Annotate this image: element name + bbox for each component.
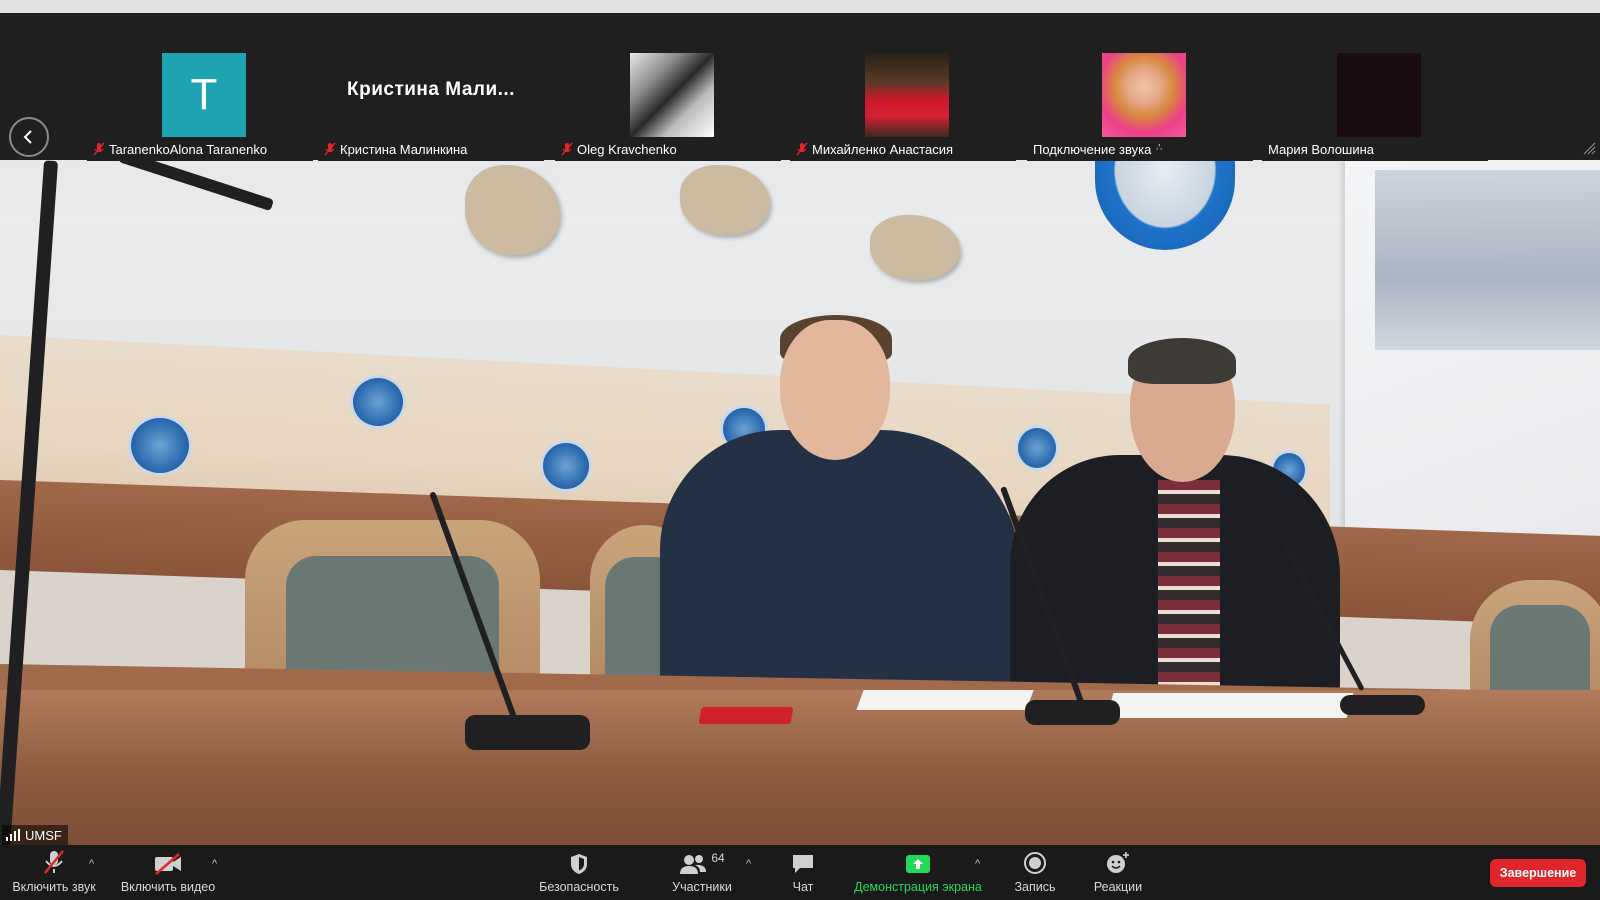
mic-muted-icon xyxy=(561,142,573,156)
security-button[interactable]: Безопасность xyxy=(535,845,623,900)
participants-label: Участники xyxy=(672,880,732,894)
start-video-label: Включить видео xyxy=(120,880,216,894)
start-video-button[interactable]: Включить видео xyxy=(118,845,218,900)
meeting-toolbar: Включить звук ^ Включить видео ^ Безопас… xyxy=(0,845,1600,900)
university-logo xyxy=(128,415,192,476)
speaker-name: UMSF xyxy=(25,827,62,843)
video-off-icon xyxy=(155,853,181,875)
participant-name: Кристина Малинкина xyxy=(340,141,468,157)
share-screen-label: Демонстрация экрана xyxy=(854,880,982,894)
video-options-caret[interactable]: ^ xyxy=(212,858,217,870)
reactions-button[interactable]: Реакции xyxy=(1088,845,1148,900)
participant-strip: T TaranenkoAlona Taranenko Кристина Мали… xyxy=(0,13,1600,161)
paper xyxy=(1106,693,1354,718)
end-meeting-button[interactable]: Завершение xyxy=(1490,859,1586,887)
record-label: Запись xyxy=(1014,880,1056,894)
avatar xyxy=(865,53,949,137)
chat-icon xyxy=(793,855,813,873)
mic-muted-icon xyxy=(796,142,808,156)
shield-icon xyxy=(571,854,587,874)
chat-button[interactable]: Чат xyxy=(780,845,826,900)
active-speaker-label: UMSF xyxy=(2,825,68,845)
signal-strength-icon xyxy=(6,829,20,841)
security-label: Безопасность xyxy=(539,880,619,894)
participant-name: Oleg Kravchenko xyxy=(577,141,677,157)
participant-name: Мария Волошина xyxy=(1268,141,1375,157)
participant-tile[interactable]: T TaranenkoAlona Taranenko xyxy=(87,21,313,161)
record-icon xyxy=(1024,852,1046,874)
participant-name-row: Мария Волошина xyxy=(1268,139,1374,159)
speaker-left-body xyxy=(660,430,1020,700)
participant-name-row: TaranenkoAlona Taranenko xyxy=(93,139,267,159)
microphone xyxy=(1340,695,1425,715)
participants-count: 64 xyxy=(711,851,725,865)
university-logo xyxy=(540,440,592,492)
share-screen-icon xyxy=(906,855,930,873)
audio-options-caret[interactable]: ^ xyxy=(89,858,94,870)
participant-name-row: Кристина Малинкина xyxy=(324,139,467,159)
mic-muted-icon xyxy=(93,142,105,156)
participant-name: Подключение звука xyxy=(1033,141,1152,157)
participant-tile[interactable]: Oleg Kravchenko xyxy=(555,21,781,161)
participant-tile[interactable]: Кристина Мали... Кристина Малинкина xyxy=(318,21,544,161)
participants-options-caret[interactable]: ^ xyxy=(746,858,751,870)
participants-button[interactable]: 64 Участники xyxy=(660,845,744,900)
emoji-add-icon xyxy=(1107,852,1129,873)
participant-name: TaranenkoAlona Taranenko xyxy=(109,141,268,157)
projection-screen xyxy=(1345,160,1600,580)
microphone xyxy=(465,715,590,750)
phone xyxy=(698,707,794,724)
chevron-left-icon xyxy=(23,130,32,144)
speaker-left-head xyxy=(780,320,890,460)
participant-name-row: Михайленко Анастасия xyxy=(796,139,953,159)
avatar: T xyxy=(162,53,246,137)
participants-icon xyxy=(680,855,707,874)
speaker-right-hair xyxy=(1128,338,1236,384)
chat-label: Чат xyxy=(792,880,814,894)
record-button[interactable]: Запись xyxy=(1010,845,1060,900)
unmute-button[interactable]: Включить звук xyxy=(8,845,100,900)
mic-muted-icon xyxy=(324,142,336,156)
avatar xyxy=(1337,53,1421,137)
participant-tile[interactable]: Михайленко Анастасия xyxy=(790,21,1016,161)
avatar xyxy=(1102,53,1186,137)
mic-muted-icon xyxy=(44,850,64,874)
speaker-right-shirt xyxy=(1158,480,1220,690)
participant-name-row: Подключение звука ·ʼ· xyxy=(1033,139,1163,159)
avatar xyxy=(630,53,714,137)
end-meeting-label: Завершение xyxy=(1499,866,1577,880)
reactions-label: Реакции xyxy=(1093,880,1143,894)
participant-name: Михайленко Анастасия xyxy=(812,141,954,157)
share-options-caret[interactable]: ^ xyxy=(975,858,980,870)
participant-tile[interactable]: Подключение звука ·ʼ· xyxy=(1027,21,1253,161)
resize-handle-icon[interactable] xyxy=(1582,141,1596,155)
participant-name-row: Oleg Kravchenko xyxy=(561,139,677,159)
participant-display-name: Кристина Мали... xyxy=(347,79,515,100)
paper xyxy=(856,690,1034,710)
microphone xyxy=(1025,700,1120,725)
participant-tile[interactable]: Мария Волошина xyxy=(1262,21,1488,161)
share-screen-button[interactable]: Демонстрация экрана xyxy=(852,845,984,900)
university-logo xyxy=(1015,425,1059,471)
previous-page-button[interactable] xyxy=(9,117,49,157)
unmute-label: Включить звук xyxy=(12,880,96,894)
connecting-dots-icon: ·ʼ· xyxy=(1155,143,1163,155)
university-logo xyxy=(350,375,406,429)
